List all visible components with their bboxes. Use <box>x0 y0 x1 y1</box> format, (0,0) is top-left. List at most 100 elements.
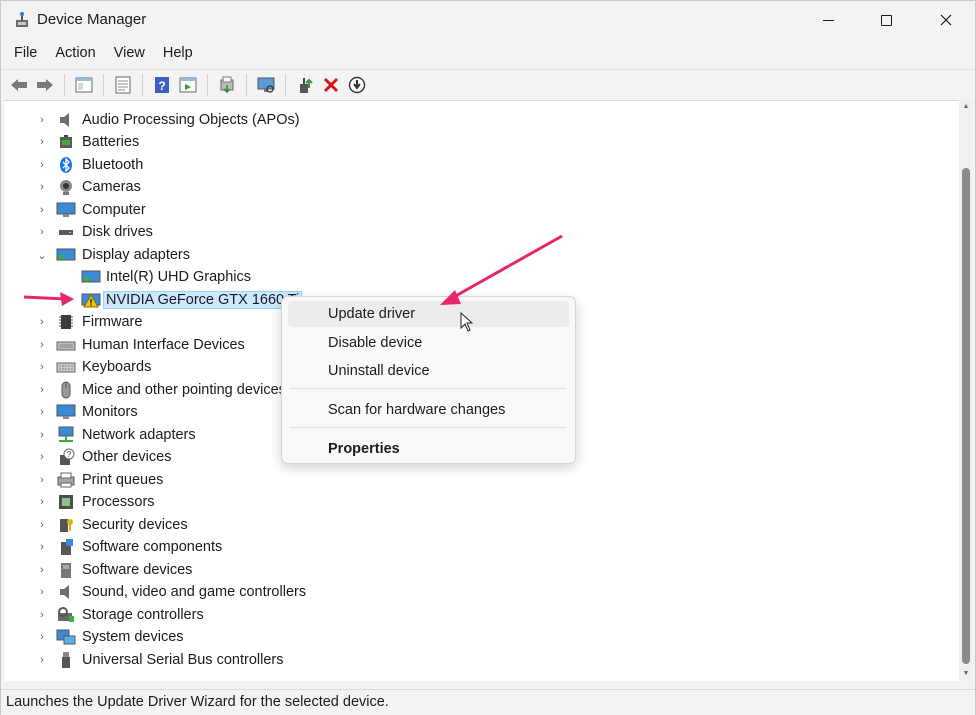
status-bar: Launches the Update Driver Wizard for th… <box>1 689 975 715</box>
warning-display-adapter-icon <box>80 289 102 311</box>
tree-item-label: Cameras <box>82 179 141 195</box>
speaker-icon <box>55 109 77 131</box>
chevron-right-icon[interactable]: › <box>36 424 48 446</box>
close-icon <box>940 14 952 26</box>
forward-button[interactable] <box>33 73 57 97</box>
console-tree-icon <box>75 77 93 92</box>
scroll-down-icon[interactable]: ▼ <box>962 670 970 678</box>
context-menu-update-driver[interactable]: Update driver <box>288 301 569 327</box>
tree-item-label: Network adapters <box>82 427 196 443</box>
speaker-icon <box>55 581 77 603</box>
menu-bar: File Action View Help <box>1 41 202 67</box>
scan-hardware-button[interactable] <box>254 73 278 97</box>
firmware-chip-icon <box>55 311 77 333</box>
context-menu-scan-hardware[interactable]: Scan for hardware changes <box>288 397 569 423</box>
print-button[interactable] <box>215 73 239 97</box>
network-adapter-icon <box>55 424 77 446</box>
toolbar-separator <box>103 73 104 96</box>
chevron-right-icon[interactable]: › <box>36 221 48 243</box>
svg-text:?: ? <box>67 450 72 459</box>
toolbar-separator <box>64 73 65 96</box>
processor-icon <box>55 491 77 513</box>
export-list-button[interactable] <box>176 73 200 97</box>
help-button[interactable]: ? <box>150 73 174 97</box>
back-button[interactable] <box>7 73 31 97</box>
tree-item-label: Print queues <box>82 472 164 488</box>
context-menu-properties[interactable]: Properties <box>288 436 569 462</box>
mouse-cursor-icon <box>460 312 474 332</box>
toolbar-separator <box>207 73 208 96</box>
chevron-right-icon[interactable]: › <box>36 131 48 153</box>
chevron-right-icon[interactable]: › <box>36 401 48 423</box>
security-key-icon <box>55 514 77 536</box>
chevron-right-icon[interactable]: › <box>36 536 48 558</box>
menu-help[interactable]: Help <box>154 41 202 67</box>
tree-item-label: Processors <box>82 494 155 510</box>
menu-action[interactable]: Action <box>46 41 104 67</box>
disable-button[interactable] <box>345 73 369 97</box>
menu-file[interactable]: File <box>5 41 46 67</box>
disable-icon <box>348 76 366 93</box>
toolbar: ? <box>1 69 975 99</box>
minimize-button[interactable] <box>799 1 857 39</box>
maximize-button[interactable] <box>857 1 915 39</box>
tree-item-label: Human Interface Devices <box>82 337 245 353</box>
maximize-icon <box>880 14 892 26</box>
battery-icon <box>55 131 77 153</box>
chevron-right-icon[interactable]: › <box>36 604 48 626</box>
chevron-right-icon[interactable]: › <box>36 559 48 581</box>
camera-icon <box>55 176 77 198</box>
tree-item-label: Universal Serial Bus controllers <box>82 652 284 668</box>
chevron-right-icon[interactable]: › <box>36 109 48 131</box>
properties-button[interactable] <box>111 73 135 97</box>
tree-item-label: Firmware <box>82 314 143 330</box>
uninstall-button[interactable] <box>319 73 343 97</box>
chevron-right-icon[interactable]: › <box>36 356 48 378</box>
tree-item-label: Disk drives <box>82 224 153 240</box>
context-menu-disable-device[interactable]: Disable device <box>288 330 569 356</box>
toolbar-separator <box>246 73 247 96</box>
tree-item-label: Bluetooth <box>82 157 144 173</box>
system-device-icon <box>55 626 77 648</box>
show-hide-console-tree-button[interactable] <box>72 73 96 97</box>
properties-icon <box>115 76 131 93</box>
export-list-icon <box>179 77 197 92</box>
back-icon <box>11 78 27 91</box>
chevron-right-icon[interactable]: › <box>36 311 48 333</box>
tree-item-label: Audio Processing Objects (APOs) <box>82 112 300 128</box>
context-menu-uninstall-device[interactable]: Uninstall device <box>288 358 569 384</box>
tree-item-label: Display adapters <box>82 247 190 263</box>
chevron-right-icon[interactable]: › <box>36 446 48 468</box>
display-adapter-icon <box>55 244 77 266</box>
chevron-right-icon[interactable]: › <box>36 514 48 536</box>
scroll-thumb[interactable] <box>962 168 970 664</box>
tree-item-label: Other devices <box>82 449 172 465</box>
forward-icon <box>37 78 53 91</box>
chevron-right-icon[interactable]: › <box>36 491 48 513</box>
chevron-right-icon[interactable]: › <box>36 176 48 198</box>
update-driver-button[interactable] <box>293 73 317 97</box>
close-button[interactable] <box>917 1 975 39</box>
scroll-up-icon[interactable]: ▲ <box>962 103 970 111</box>
tree-item-label: Sound, video and game controllers <box>82 584 307 600</box>
chevron-down-icon[interactable]: ⌄ <box>36 244 48 266</box>
vertical-scrollbar[interactable]: ▲ ▼ <box>959 100 973 681</box>
tree-item-label: Keyboards <box>82 359 152 375</box>
tree-item-label: Mice and other pointing devices <box>82 382 286 398</box>
chevron-right-icon[interactable]: › <box>36 154 48 176</box>
chevron-right-icon[interactable]: › <box>36 334 48 356</box>
hid-icon <box>55 334 77 356</box>
chevron-right-icon[interactable]: › <box>36 379 48 401</box>
chevron-right-icon[interactable]: › <box>36 581 48 603</box>
chevron-right-icon[interactable]: › <box>36 649 48 671</box>
chevron-right-icon[interactable]: › <box>36 469 48 491</box>
window-title: Device Manager <box>37 11 147 28</box>
unknown-device-icon: ? <box>55 446 77 468</box>
chevron-right-icon[interactable]: › <box>36 199 48 221</box>
chevron-right-icon[interactable]: › <box>36 626 48 648</box>
menu-view[interactable]: View <box>105 41 154 67</box>
keyboard-icon <box>55 356 77 378</box>
minimize-icon <box>822 19 834 21</box>
tree-item-label: Security devices <box>82 517 188 533</box>
tree-item-label: Monitors <box>82 404 138 420</box>
